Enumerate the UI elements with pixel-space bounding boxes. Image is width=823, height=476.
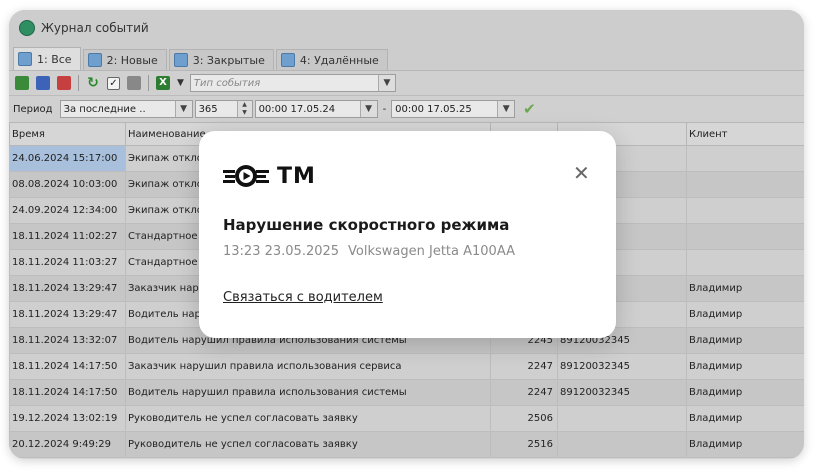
delete-event-icon[interactable] (57, 76, 71, 90)
filter-bar: Период За последние .. ▼ 365 ▲ ▼ 00:00 17… (9, 95, 804, 122)
spin-buttons-icon[interactable]: ▲ ▼ (236, 101, 252, 117)
list-icon (18, 52, 32, 66)
cell-client: Владимир (686, 379, 804, 406)
chevron-down-icon[interactable]: ▼ (359, 101, 377, 117)
cell-name: Руководитель не успел согласовать заявку (125, 431, 491, 458)
date-to-field[interactable]: 00:00 17.05.25 ▼ (391, 100, 516, 118)
table-row[interactable]: 19.12.2024 13:02:19 Руководитель не успел… (9, 405, 804, 432)
refresh-icon[interactable]: ↻ (86, 76, 100, 90)
table-row[interactable]: 18.11.2024 14:17:50 Водитель нарушил прав… (9, 379, 804, 406)
cell-client: Владимир (686, 431, 804, 458)
cell-name: Водитель нарушил правила использования с… (125, 379, 491, 406)
cell-phone: 89120032345 (557, 379, 687, 406)
edit-event-icon[interactable] (36, 76, 50, 90)
logo-text: ТМ (277, 163, 316, 189)
chevron-down-icon[interactable]: ▼ (377, 75, 395, 91)
cell-name: Руководитель не успел согласовать заявку (125, 405, 491, 432)
cell-id: 2247 (490, 379, 558, 406)
cell-client (686, 223, 804, 250)
tab-label: 1: Все (37, 52, 72, 66)
contact-driver-link[interactable]: Связаться с водителем (223, 290, 383, 305)
table-row[interactable]: 18.11.2024 14:17:50 Заказчик нарушил прав… (9, 353, 804, 380)
date-from-value: 00:00 17.05.24 (258, 103, 336, 115)
play-wheel-icon (223, 165, 269, 187)
tab-label: 2: Новые (106, 53, 158, 67)
window-title: Журнал событий (41, 21, 149, 35)
cell-time: 18.11.2024 14:17:50 (9, 379, 126, 406)
vehicle-info: Volkswagen Jetta A100AA (348, 244, 515, 259)
cell-client (686, 197, 804, 224)
event-type-select[interactable]: Тип события ▼ (189, 74, 396, 92)
checkbox-icon[interactable]: ✓ (107, 76, 120, 90)
cell-id: 2247 (490, 353, 558, 380)
tab-label: 4: Удалённые (299, 53, 379, 67)
cell-client (686, 171, 804, 198)
column-header-time[interactable]: Время (9, 122, 126, 146)
apply-filter-icon[interactable]: ✔ (523, 100, 536, 118)
excel-export-icon[interactable]: X (156, 76, 170, 90)
cell-time: 18.11.2024 14:17:50 (9, 353, 126, 380)
chevron-down-icon[interactable]: ▼ (174, 101, 192, 117)
columns-icon[interactable] (127, 76, 141, 90)
cell-phone (557, 431, 687, 458)
tab-closed[interactable]: 3: Закрытые (168, 49, 274, 70)
add-event-icon[interactable] (15, 76, 29, 90)
cell-time: 18.11.2024 13:29:47 (9, 275, 126, 302)
brand-logo: ТМ (223, 163, 316, 189)
list-icon (173, 53, 188, 67)
tab-all[interactable]: 1: Все (13, 47, 81, 70)
cell-time: 18.11.2024 11:02:27 (9, 223, 126, 250)
cell-client: Владимир (686, 405, 804, 432)
cell-client (686, 249, 804, 276)
cell-client: Владимир (686, 301, 804, 328)
app-icon (19, 20, 35, 36)
tab-strip: 1: Все 2: Новые 3: Закрытые 4: Удалённые (9, 46, 804, 70)
period-label: Период (13, 103, 53, 115)
cell-time: 19.12.2024 13:02:19 (9, 405, 126, 432)
notification-title: Нарушение скоростного режима (223, 216, 510, 234)
title-bar: Журнал событий (9, 10, 804, 46)
table-row[interactable]: 20.12.2024 9:49:29 Руководитель не успел … (9, 431, 804, 458)
cell-time: 18.11.2024 13:32:07 (9, 327, 126, 354)
period-count-stepper[interactable]: 365 ▲ ▼ (194, 100, 253, 118)
cell-client: Владимир (686, 327, 804, 354)
cell-client: Владимир (686, 353, 804, 380)
tab-new[interactable]: 2: Новые (82, 49, 167, 70)
list-icon (280, 53, 295, 67)
cell-id: 2506 (490, 405, 558, 432)
cell-time: 24.06.2024 15:17:00 (9, 145, 126, 172)
cell-id: 2516 (490, 431, 558, 458)
dropdown-arrow-icon[interactable]: ▼ (177, 78, 184, 88)
tab-label: 3: Закрытые (192, 53, 265, 67)
tab-deleted[interactable]: 4: Удалённые (275, 49, 388, 70)
cell-phone: 89120032345 (557, 353, 687, 380)
date-to-value: 00:00 17.05.25 (395, 103, 472, 115)
close-icon[interactable]: ✕ (573, 163, 590, 183)
notification-meta: 13:23 23.05.2025 Volkswagen Jetta A100AA (223, 244, 515, 259)
event-type-placeholder: Тип события (193, 77, 261, 89)
cell-name: Заказчик нарушил правила использования с… (125, 353, 491, 380)
toolbar-divider (148, 75, 149, 91)
cell-phone (557, 405, 687, 432)
period-select[interactable]: За последние .. ▼ (59, 100, 193, 118)
date-from-field[interactable]: 00:00 17.05.24 ▼ (254, 100, 378, 118)
toolbar-divider (78, 75, 79, 91)
cell-client: Владимир (686, 275, 804, 302)
list-icon (87, 53, 102, 67)
range-dash: - (382, 103, 387, 115)
cell-client (686, 145, 804, 172)
cell-time: 18.11.2024 13:29:47 (9, 301, 126, 328)
cell-time: 18.11.2024 11:03:27 (9, 249, 126, 276)
notification-dialog: ТМ ✕ Нарушение скоростного режима 13:23 … (199, 131, 616, 338)
cell-time: 08.08.2024 10:03:00 (9, 171, 126, 198)
cell-time: 24.09.2024 12:34:00 (9, 197, 126, 224)
chevron-down-icon[interactable]: ▼ (497, 101, 515, 117)
toolbar: ↻ ✓ X ▼ Тип события ▼ (9, 70, 804, 95)
period-value: За последние .. (63, 103, 146, 115)
period-count-value: 365 (198, 103, 218, 115)
column-header-client[interactable]: Клиент (686, 122, 804, 146)
cell-time: 20.12.2024 9:49:29 (9, 431, 126, 458)
notification-time: 13:23 23.05.2025 (223, 244, 340, 259)
